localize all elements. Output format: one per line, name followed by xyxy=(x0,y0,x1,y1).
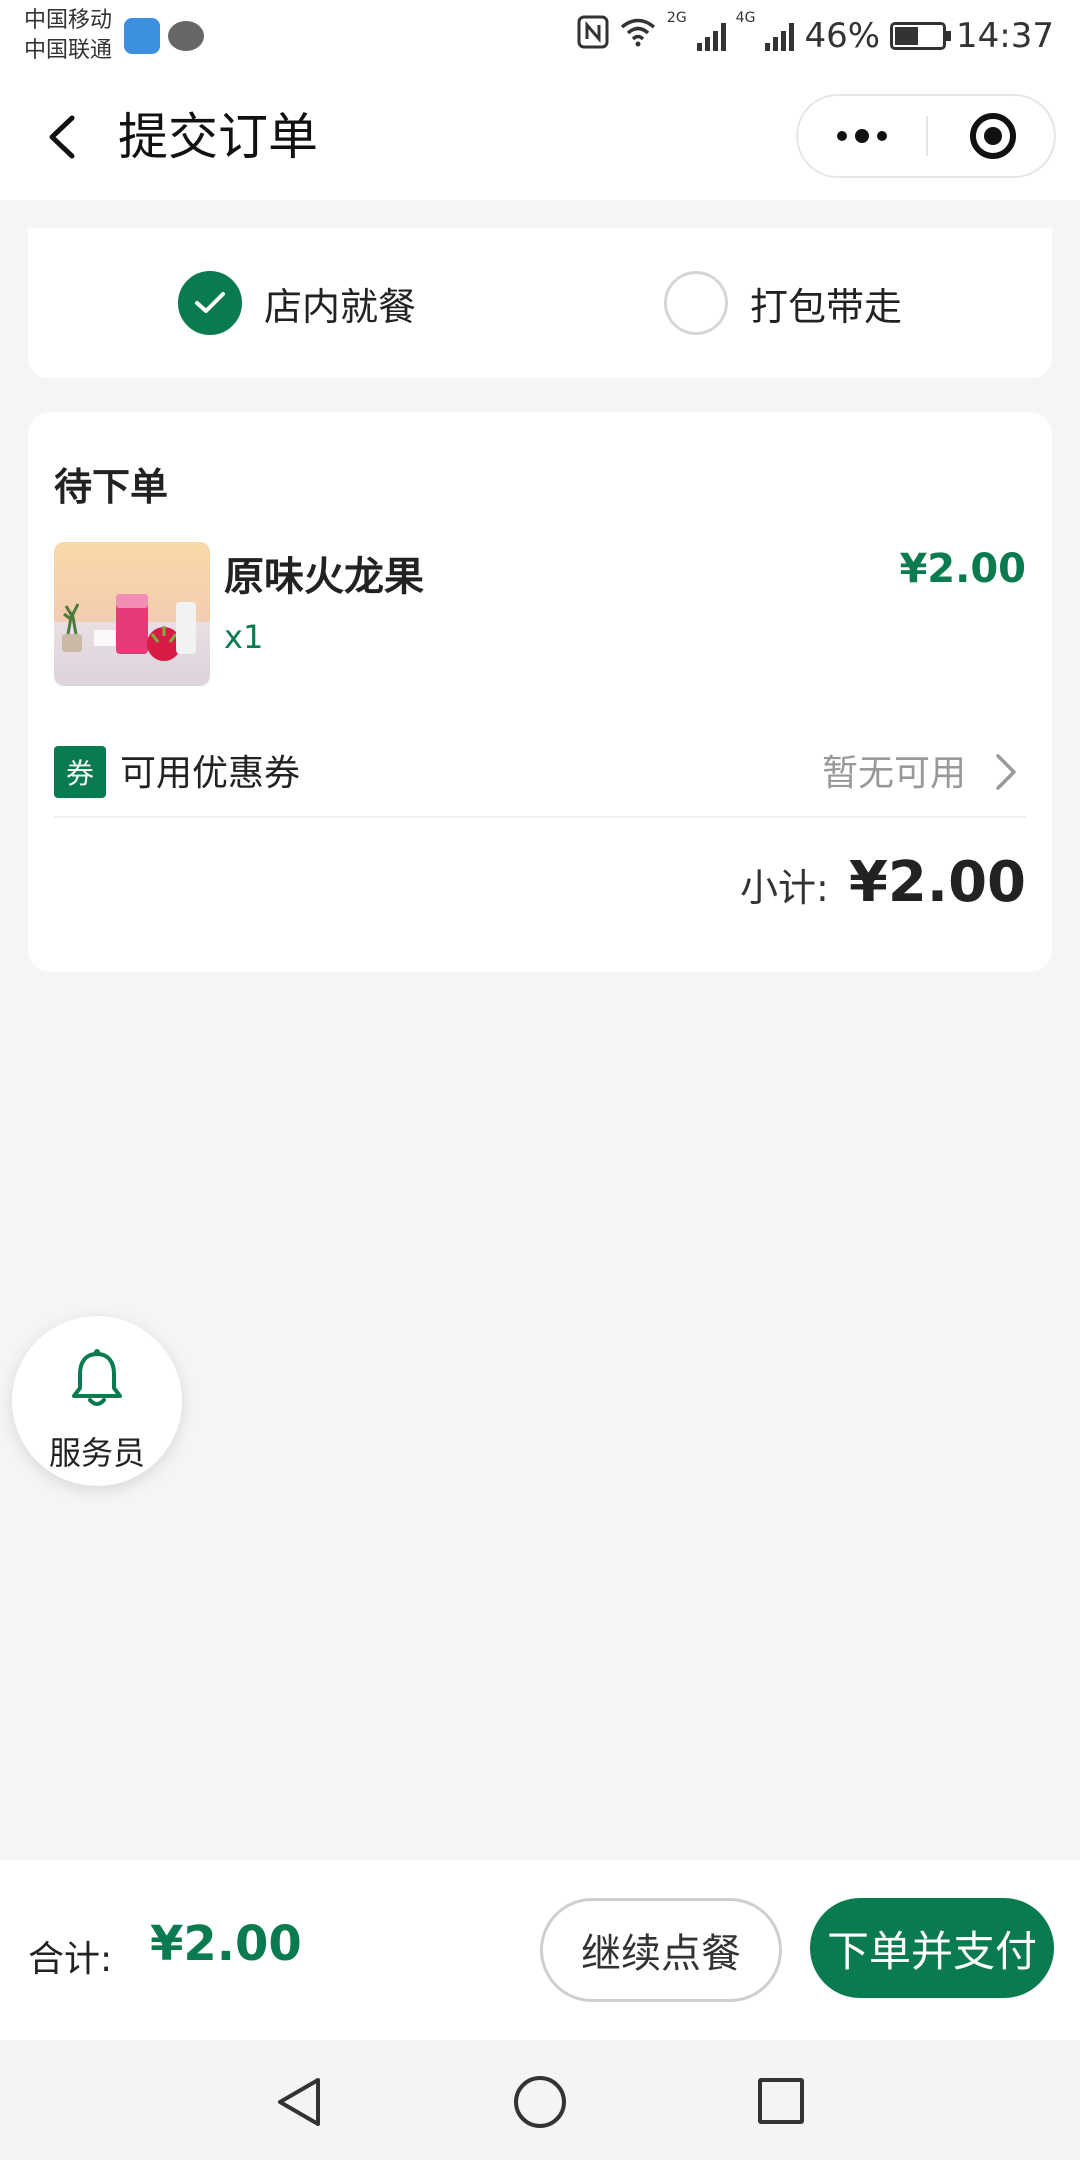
checkout-bar: 合计: ¥2.00 继续点餐 下单并支付 xyxy=(0,1860,1080,2040)
signal-4g-icon xyxy=(765,21,795,51)
coupon-row[interactable]: 券 可用优惠券 暂无可用 xyxy=(54,728,1026,818)
continue-ordering-button[interactable]: 继续点餐 xyxy=(540,1898,782,2002)
total-value: ¥2.00 xyxy=(150,1916,302,1972)
waiter-label: 服务员 xyxy=(48,1434,145,1472)
shield-icon xyxy=(124,18,160,54)
capsule-divider xyxy=(926,116,928,156)
call-waiter-button[interactable]: 服务员 xyxy=(12,1316,182,1486)
nfc-icon xyxy=(577,15,609,58)
subtotal: 小计: ¥2.00 xyxy=(740,850,1026,915)
back-button[interactable] xyxy=(38,110,92,164)
back-triangle-icon[interactable] xyxy=(274,2076,324,2128)
recents-square-icon[interactable] xyxy=(758,2078,804,2124)
coupon-badge-icon: 券 xyxy=(54,746,106,798)
carrier-2: 中国联通 xyxy=(24,38,113,63)
carrier-1: 中国移动 xyxy=(24,8,113,33)
item-name: 原味火龙果 xyxy=(224,554,424,600)
status-right: 2G 4G 46% 14:37 xyxy=(577,10,1054,62)
signal-2g-icon xyxy=(696,21,726,51)
chevron-left-icon xyxy=(49,115,75,159)
subtotal-value: ¥2.00 xyxy=(848,850,1026,915)
coupon-value: 暂无可用 xyxy=(821,753,966,794)
place-order-pay-button[interactable]: 下单并支付 xyxy=(810,1898,1054,1998)
option-label-dine-in: 店内就餐 xyxy=(264,284,417,329)
radio-unchecked-icon[interactable] xyxy=(664,271,728,335)
page-title: 提交订单 xyxy=(118,108,318,166)
dine-option-card: 店内就餐 打包带走 xyxy=(28,228,1052,378)
radio-checked-icon[interactable] xyxy=(178,271,242,335)
coupon-label: 可用优惠券 xyxy=(120,753,301,794)
status-bar: 中国移动 中国联通 2G 4G 46% 14:37 xyxy=(0,0,1080,72)
battery-icon xyxy=(890,22,952,50)
order-card: 待下单 原味火龙果 x1 ¥2.00 券 可用优惠券 暂无可用 小计: ¥2.0… xyxy=(28,412,1052,972)
item-quantity: x1 xyxy=(224,618,264,656)
product-image xyxy=(54,542,210,686)
section-title: 待下单 xyxy=(54,465,169,509)
chevron-right-icon xyxy=(996,754,1016,790)
system-nav-bar xyxy=(0,2040,1080,2160)
total-label: 合计: xyxy=(28,1939,113,1980)
notification-icons xyxy=(124,18,204,54)
chat-bubble-icon xyxy=(168,21,204,51)
net-4g-label: 4G xyxy=(735,10,756,26)
mini-program-capsule xyxy=(796,94,1056,178)
battery-percent: 46% xyxy=(804,16,881,56)
option-takeaway[interactable]: 打包带走 xyxy=(664,270,902,336)
net-2g-label: 2G xyxy=(666,10,687,26)
carrier-info: 中国移动 中国联通 xyxy=(24,6,112,66)
close-target-icon[interactable] xyxy=(970,113,1016,159)
home-circle-icon[interactable] xyxy=(514,2076,566,2128)
more-button[interactable] xyxy=(798,96,926,176)
bell-icon xyxy=(72,1349,122,1406)
subtotal-label: 小计: xyxy=(740,866,829,910)
clock: 14:37 xyxy=(956,16,1054,56)
nav-bar: 提交订单 xyxy=(0,72,1080,200)
item-price: ¥2.00 xyxy=(899,546,1026,592)
more-dots-icon xyxy=(837,131,847,141)
option-dine-in[interactable]: 店内就餐 xyxy=(178,270,416,336)
wifi-icon xyxy=(619,16,657,56)
option-label-takeaway: 打包带走 xyxy=(750,284,903,329)
